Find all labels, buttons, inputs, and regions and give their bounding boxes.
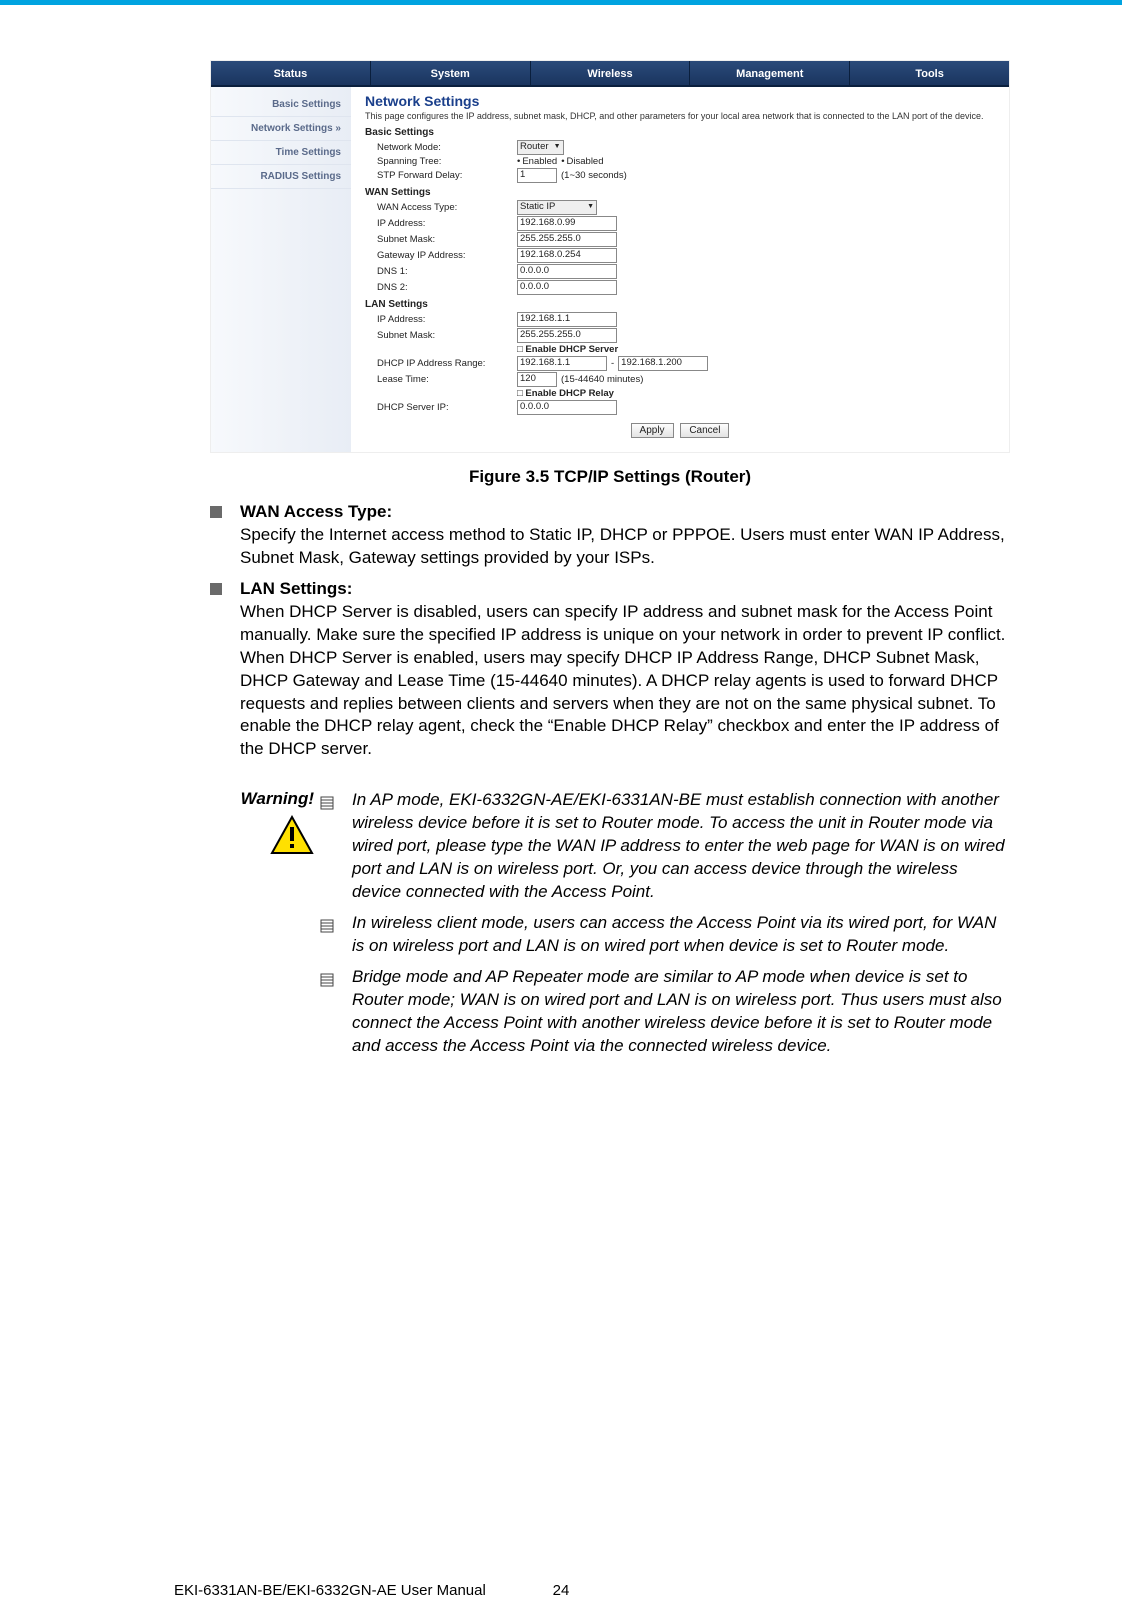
- warning-item-2: In wireless client mode, users can acces…: [352, 912, 1010, 958]
- wan-gateway-input[interactable]: 192.168.0.254: [517, 248, 617, 263]
- side-nav: Basic Settings Network Settings Time Set…: [211, 87, 351, 452]
- wan-subnet-label: Subnet Mask:: [377, 234, 517, 245]
- panel-description: This page configures the IP address, sub…: [365, 111, 995, 121]
- network-mode-label: Network Mode:: [377, 142, 517, 153]
- square-bullet-icon: [210, 583, 222, 595]
- sidebar-item-time-settings[interactable]: Time Settings: [211, 141, 351, 165]
- spanning-disabled-radio[interactable]: Disabled: [561, 156, 603, 167]
- settings-panel: Network Settings This page configures th…: [351, 87, 1009, 452]
- top-accent-bar: [0, 0, 1122, 5]
- dhcp-range-start-input[interactable]: 192.168.1.1: [517, 356, 607, 371]
- main-tabs: Status System Wireless Management Tools: [211, 61, 1009, 87]
- wan-dns2-input[interactable]: 0.0.0.0: [517, 280, 617, 295]
- tab-status[interactable]: Status: [211, 61, 371, 85]
- figure-caption: Figure 3.5 TCP/IP Settings (Router): [210, 467, 1010, 487]
- tab-tools[interactable]: Tools: [850, 61, 1009, 85]
- dhcp-range-end-input[interactable]: 192.168.1.200: [618, 356, 708, 371]
- warning-icon: [270, 815, 314, 860]
- tab-management[interactable]: Management: [690, 61, 850, 85]
- wan-dns1-input[interactable]: 0.0.0.0: [517, 264, 617, 279]
- basic-settings-heading: Basic Settings: [365, 127, 995, 138]
- cancel-button[interactable]: Cancel: [680, 423, 729, 438]
- lan-ip-label: IP Address:: [377, 314, 517, 325]
- wan-access-type-select[interactable]: Static IP: [517, 200, 597, 215]
- hatched-bullet-icon: [320, 971, 334, 1058]
- wan-ip-label: IP Address:: [377, 218, 517, 229]
- spanning-tree-label: Spanning Tree:: [377, 156, 517, 167]
- hatched-bullet-icon: [320, 917, 334, 958]
- lease-time-label: Lease Time:: [377, 374, 517, 385]
- warning-block: Warning! In AP mode, EKI-6332GN-AE/EKI-6…: [210, 789, 1010, 1065]
- bullet-title-lan-settings: LAN Settings:: [240, 579, 352, 598]
- wan-gateway-label: Gateway IP Address:: [377, 250, 517, 261]
- network-mode-select[interactable]: Router: [517, 140, 564, 155]
- apply-button[interactable]: Apply: [631, 423, 674, 438]
- stp-hint: (1~30 seconds): [561, 170, 627, 181]
- wan-settings-heading: WAN Settings: [365, 187, 995, 198]
- bullet-text-lan-settings: When DHCP Server is disabled, users can …: [240, 602, 1005, 759]
- dhcp-range-label: DHCP IP Address Range:: [377, 358, 517, 369]
- dhcp-server-ip-input[interactable]: 0.0.0.0: [517, 400, 617, 415]
- lan-subnet-label: Subnet Mask:: [377, 330, 517, 341]
- spanning-enabled-radio[interactable]: Enabled: [517, 156, 557, 167]
- hatched-bullet-icon: [320, 794, 334, 904]
- lease-time-hint: (15-44640 minutes): [561, 374, 643, 385]
- square-bullet-icon: [210, 506, 222, 518]
- enable-dhcp-server-checkbox[interactable]: Enable DHCP Server: [517, 344, 618, 355]
- wan-subnet-input[interactable]: 255.255.255.0: [517, 232, 617, 247]
- warning-item-1: In AP mode, EKI-6332GN-AE/EKI-6331AN-BE …: [352, 789, 1010, 904]
- warning-label: Warning!: [210, 789, 314, 809]
- sidebar-item-radius-settings[interactable]: RADIUS Settings: [211, 165, 351, 189]
- lan-settings-heading: LAN Settings: [365, 299, 995, 310]
- panel-title: Network Settings: [365, 93, 995, 109]
- tab-wireless[interactable]: Wireless: [531, 61, 691, 85]
- footer-page-number: 24: [0, 1582, 1122, 1599]
- warning-item-3: Bridge mode and AP Repeater mode are sim…: [352, 966, 1010, 1058]
- wan-ip-input[interactable]: 192.168.0.99: [517, 216, 617, 231]
- dhcp-range-dash: -: [611, 358, 614, 369]
- bullet-text-wan-access-type: Specify the Internet access method to St…: [240, 525, 1005, 567]
- body-bullet-list: WAN Access Type: Specify the Internet ac…: [210, 501, 1010, 761]
- stp-forward-delay-label: STP Forward Delay:: [377, 170, 517, 181]
- bullet-title-wan-access-type: WAN Access Type:: [240, 502, 392, 521]
- lan-ip-input[interactable]: 192.168.1.1: [517, 312, 617, 327]
- lease-time-input[interactable]: 120: [517, 372, 557, 387]
- wan-dns1-label: DNS 1:: [377, 266, 517, 277]
- sidebar-item-basic-settings[interactable]: Basic Settings: [211, 93, 351, 117]
- stp-forward-delay-input[interactable]: 1: [517, 168, 557, 183]
- embedded-screenshot: Status System Wireless Management Tools …: [210, 60, 1010, 453]
- tab-system[interactable]: System: [371, 61, 531, 85]
- dhcp-server-ip-label: DHCP Server IP:: [377, 402, 517, 413]
- sidebar-item-network-settings[interactable]: Network Settings: [211, 117, 351, 141]
- wan-access-type-label: WAN Access Type:: [377, 202, 517, 213]
- wan-dns2-label: DNS 2:: [377, 282, 517, 293]
- enable-dhcp-relay-checkbox[interactable]: Enable DHCP Relay: [517, 388, 614, 399]
- page-content: Status System Wireless Management Tools …: [0, 0, 1122, 1066]
- lan-subnet-input[interactable]: 255.255.255.0: [517, 328, 617, 343]
